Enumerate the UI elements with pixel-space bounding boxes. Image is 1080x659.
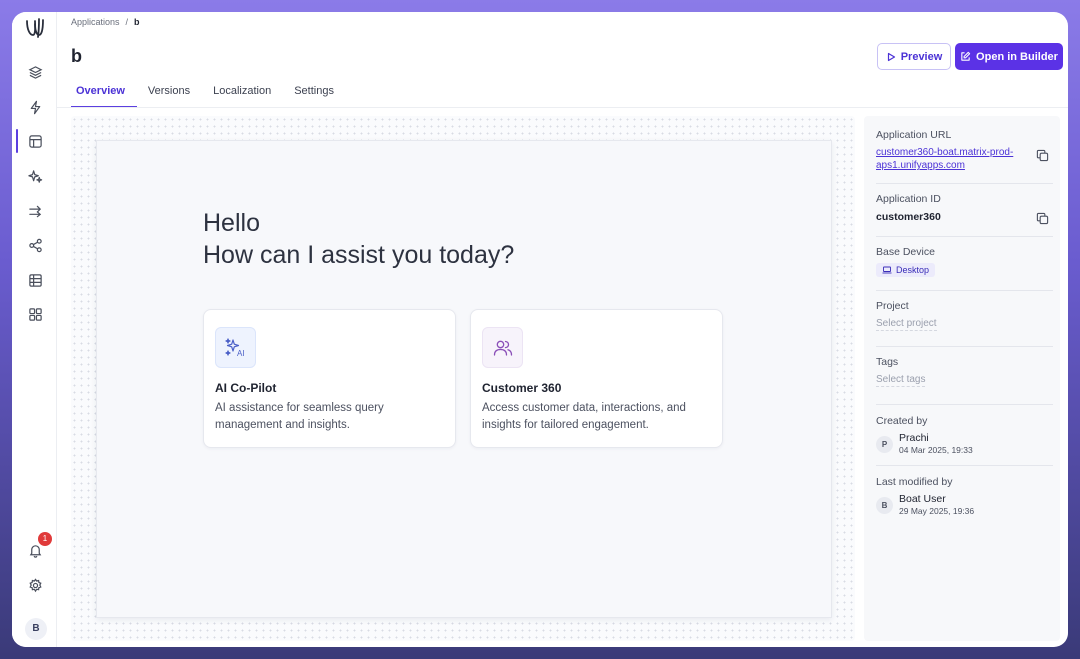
tags-label: Tags	[876, 356, 899, 368]
application-url-link[interactable]: customer360-boat.matrix-prod-aps1.unifya…	[876, 146, 1032, 172]
bolt-icon[interactable]	[24, 96, 46, 118]
user-avatar[interactable]: B	[25, 618, 47, 640]
device-chip-label: Desktop	[896, 265, 930, 275]
breadcrumb-applications[interactable]: Applications	[71, 17, 120, 27]
copy-icon[interactable]	[1036, 149, 1049, 162]
avatar: P	[876, 435, 893, 453]
greeting-line-2: How can I assist you today?	[203, 241, 515, 269]
sidebar: 1 B	[12, 12, 57, 647]
laptop-icon	[882, 266, 892, 274]
panel-divider	[876, 236, 1053, 237]
base-device-label: Base Device	[876, 246, 935, 258]
created-by-section: Created by P Prachi 04 Mar 2025, 19:33	[876, 415, 1053, 456]
application-id-section: Application ID customer360	[876, 193, 1053, 225]
open-in-builder-button[interactable]: Open in Builder	[955, 43, 1063, 70]
application-id-label: Application ID	[876, 193, 941, 205]
users-icon	[482, 327, 523, 368]
avatar: B	[876, 496, 893, 514]
application-id-value: customer360	[876, 211, 941, 223]
device-chip: Desktop	[876, 263, 936, 277]
tags-select[interactable]: Select tags	[876, 374, 926, 387]
created-by-label: Created by	[876, 415, 928, 427]
ai-sparkle-icon: AI	[215, 327, 256, 368]
table-icon[interactable]	[24, 269, 46, 291]
copy-icon[interactable]	[1036, 212, 1049, 225]
application-url-label: Application URL	[876, 129, 952, 141]
greeting: Hello How can I assist you today?	[203, 207, 514, 271]
tab-divider	[57, 107, 1068, 108]
card-title: AI Co-Pilot	[215, 381, 277, 395]
created-by-time: 04 Mar 2025, 19:33	[899, 445, 973, 455]
app-window: 1 B Applications / b b Preview Open in B…	[12, 12, 1068, 647]
tab-bar: Overview Versions Localization Settings	[71, 82, 352, 108]
sidebar-active-indicator	[16, 129, 18, 153]
panel-divider	[876, 290, 1053, 291]
ai-copilot-card[interactable]: AI AI Co-Pilot AI assistance for seamles…	[203, 309, 456, 448]
play-icon	[887, 52, 895, 61]
details-panel: Application URL customer360-boat.matrix-…	[864, 116, 1060, 641]
breadcrumb: Applications / b	[71, 17, 140, 27]
breadcrumb-current: b	[134, 17, 140, 27]
card-description: AI assistance for seamless query managem…	[215, 402, 384, 431]
modified-by-label: Last modified by	[876, 476, 953, 488]
base-device-section: Base Device Desktop	[876, 246, 1053, 279]
panel-divider	[876, 465, 1053, 466]
panel-divider	[876, 183, 1053, 184]
app-logo[interactable]	[24, 16, 46, 40]
application-url-section: Application URL customer360-boat.matrix-…	[876, 129, 1053, 172]
greeting-line-1: Hello	[203, 209, 260, 237]
tab-localization[interactable]: Localization	[208, 82, 283, 108]
created-by-user: P Prachi 04 Mar 2025, 19:33	[876, 432, 1053, 456]
grid-icon[interactable]	[24, 303, 46, 325]
modified-by-time: 29 May 2025, 19:36	[899, 506, 975, 516]
svg-text:AI: AI	[237, 349, 245, 358]
tab-versions[interactable]: Versions	[143, 82, 202, 108]
created-by-name: Prachi	[899, 432, 929, 444]
tags-section: Tags Select tags	[876, 356, 1053, 387]
project-section: Project Select project	[876, 300, 1053, 331]
project-select[interactable]: Select project	[876, 318, 937, 331]
card-description: Access customer data, interactions, and …	[482, 402, 686, 431]
preview-button[interactable]: Preview	[877, 43, 951, 70]
breadcrumb-separator: /	[125, 17, 129, 27]
modified-by-section: Last modified by B Boat User 29 May 2025…	[876, 476, 1053, 517]
tab-overview[interactable]: Overview	[71, 82, 137, 108]
share-icon[interactable]	[24, 234, 46, 256]
preview-button-label: Preview	[900, 50, 943, 63]
customer-360-card[interactable]: Customer 360 Access customer data, inter…	[470, 309, 723, 448]
layout-icon[interactable]	[24, 130, 46, 152]
page-title: b	[71, 46, 82, 66]
panel-divider	[876, 346, 1053, 347]
transfer-icon[interactable]	[24, 200, 46, 222]
panel-divider	[876, 404, 1053, 405]
gear-icon[interactable]	[24, 574, 46, 596]
notification-badge: 1	[38, 532, 52, 546]
layers-icon[interactable]	[24, 61, 46, 83]
card-title: Customer 360	[482, 381, 562, 395]
sparkle-icon[interactable]	[24, 165, 46, 187]
modified-by-user: B Boat User 29 May 2025, 19:36	[876, 493, 1053, 517]
tab-settings[interactable]: Settings	[289, 82, 346, 108]
edit-icon	[961, 51, 971, 61]
project-label: Project	[876, 300, 909, 312]
open-in-builder-label: Open in Builder	[976, 50, 1058, 63]
modified-by-name: Boat User	[899, 493, 946, 505]
